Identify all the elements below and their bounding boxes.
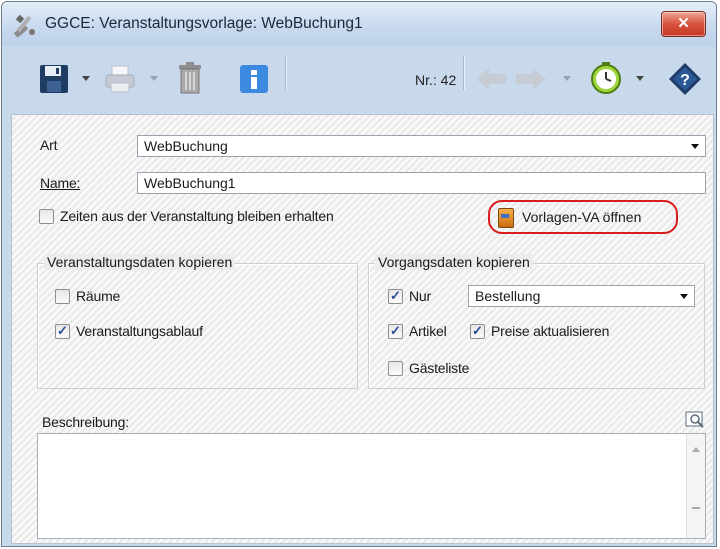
tools-icon [14,14,35,38]
keep-times-label: Zeiten aus der Veranstaltung bleiben erh… [60,208,334,224]
articles-label: Artikel [409,323,447,339]
info-icon[interactable] [238,63,270,95]
window-title: GGCE: Veranstaltungsvorlage: WebBuchung1 [45,15,363,32]
open-template-label: Vorlagen-VA öffnen [522,209,642,225]
arrow-right-icon[interactable] [514,66,548,92]
checkmark-icon: ✓ [472,323,483,338]
chevron-down-icon[interactable] [680,294,688,299]
svg-text:?: ? [680,72,690,89]
zoom-edit-icon[interactable] [685,410,705,430]
process-data-group-title: Vorgangsdaten kopieren [375,254,533,270]
trash-icon[interactable] [175,61,205,95]
rooms-label: Räume [76,288,121,304]
name-field[interactable]: WebBuchung1 [137,172,706,194]
only-label: Nur [409,288,431,304]
description-scrollbar[interactable] [686,434,705,538]
description-label: Beschreibung: [42,414,129,430]
event-data-group-title: Veranstaltungsdaten kopieren [44,254,236,270]
checkmark-icon: ✓ [390,323,401,338]
title-bar[interactable]: GGCE: Veranstaltungsvorlage: WebBuchung1… [2,2,716,46]
rooms-checkbox[interactable] [55,289,70,304]
art-select-value: WebBuchung [144,138,228,154]
arrow-left-icon[interactable] [474,66,508,92]
save-icon[interactable] [38,63,70,95]
clock-dropdown-icon[interactable] [636,76,644,81]
guestlist-label: Gästeliste [409,360,470,376]
schedule-checkbox[interactable]: ✓ [55,323,70,339]
description-textarea[interactable] [37,433,706,539]
print-dropdown-icon[interactable] [150,76,158,81]
close-button[interactable]: ✕ [661,11,706,37]
template-document-icon [498,208,514,228]
chevron-down-icon[interactable] [691,144,699,149]
name-label: Name: [40,175,81,191]
scrollbar-arrows-icon [692,447,700,509]
art-label: Art [40,137,58,153]
record-number: Nr.: 42 [415,72,457,88]
articles-checkbox[interactable]: ✓ [388,323,403,339]
keep-times-checkbox[interactable] [39,209,54,224]
save-dropdown-icon[interactable] [82,76,90,81]
toolbar-separator [285,56,286,90]
art-select[interactable]: WebBuchung [137,135,706,157]
only-checkbox[interactable]: ✓ [388,288,403,304]
clock-icon[interactable] [589,61,623,95]
print-icon[interactable] [104,63,136,95]
schedule-label: Veranstaltungsablauf [76,323,203,339]
guestlist-checkbox[interactable] [388,361,403,376]
toolbar-separator [463,56,464,90]
order-type-select[interactable]: Bestellung [468,285,695,307]
nav-dropdown-icon[interactable] [563,76,571,81]
open-template-button[interactable]: Vorlagen-VA öffnen [488,200,678,234]
order-type-value: Bestellung [475,288,541,304]
checkmark-icon: ✓ [390,288,401,303]
update-prices-checkbox[interactable]: ✓ [470,323,485,339]
update-prices-label: Preise aktualisieren [491,323,610,339]
help-icon[interactable]: ? [668,62,702,96]
checkmark-icon: ✓ [57,323,68,338]
